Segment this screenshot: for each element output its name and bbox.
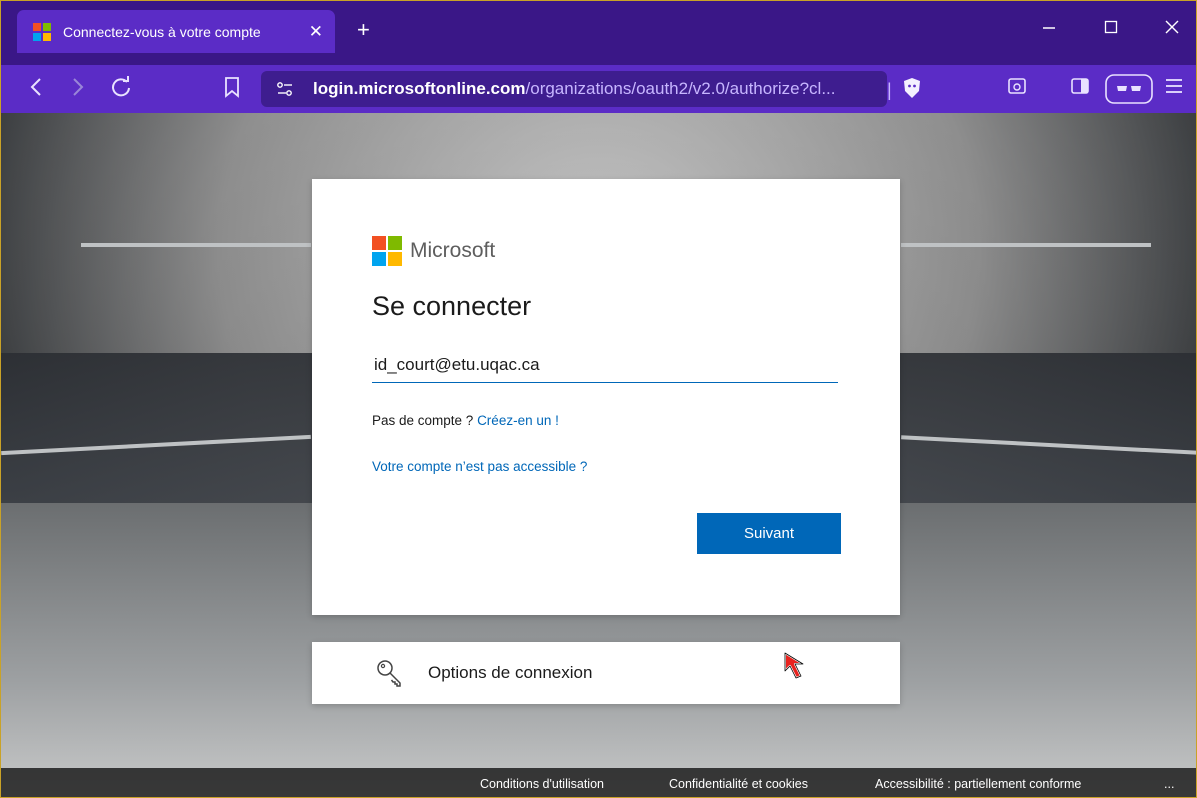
background-railing [901,243,1151,247]
page-footer: Conditions d'utilisation Confidentialité… [1,768,1196,797]
cant-access-account-link[interactable]: Votre compte n’est pas accessible ? [372,459,587,474]
tab-search-icon[interactable] [1006,75,1028,103]
reader-mode-icon[interactable] [1105,74,1153,110]
signin-options-label: Options de connexion [428,663,593,682]
browser-window: Connectez-vous à votre compte ✕ + login.… [0,0,1197,798]
site-settings-icon[interactable] [275,79,295,104]
tab-close-icon[interactable]: ✕ [309,22,323,42]
menu-icon[interactable] [1163,75,1185,103]
signin-card: Microsoft Se connecter Pas de compte ? C… [312,179,900,615]
tab-title: Connectez-vous à votre compte [63,23,261,40]
url-text: login.microsoftonline.com/organizations/… [313,79,836,98]
forward-icon[interactable] [71,75,85,105]
minimize-icon[interactable] [1041,19,1057,38]
next-button[interactable]: Suivant [697,513,841,554]
close-icon[interactable] [1164,19,1180,38]
background-railing [81,243,311,247]
terms-link[interactable]: Conditions d'utilisation [480,777,604,791]
active-tab[interactable]: Connectez-vous à votre compte ✕ [17,10,335,53]
privacy-link[interactable]: Confidentialité et cookies [669,777,808,791]
page-title: Se connecter [372,291,532,321]
reload-icon[interactable] [109,75,133,105]
new-tab-icon[interactable]: + [357,17,370,43]
microsoft-logo-icon [372,236,402,266]
microsoft-favicon-icon [33,22,51,41]
brave-shield-icon[interactable] [901,76,923,106]
no-account-text: Pas de compte ? Créez-en un ! [372,413,559,428]
sidebar-icon[interactable] [1069,75,1091,103]
login-page: Microsoft Se connecter Pas de compte ? C… [1,113,1196,797]
email-field[interactable] [372,347,838,383]
back-icon[interactable] [29,75,43,105]
url-separator: | [887,80,892,100]
key-icon [374,657,406,689]
more-options-link[interactable]: ... [1164,777,1174,791]
title-bar: Connectez-vous à votre compte ✕ + [1,1,1196,65]
create-account-link[interactable]: Créez-en un ! [477,413,559,428]
bookmark-icon[interactable] [223,75,241,105]
accessibility-link[interactable]: Accessibilité : partiellement conforme [875,777,1081,791]
microsoft-logo: Microsoft [372,236,495,266]
maximize-icon[interactable] [1103,19,1119,38]
address-bar[interactable]: login.microsoftonline.com/organizations/… [261,71,892,107]
mouse-cursor-icon [783,651,813,688]
brand-name: Microsoft [410,239,496,262]
browser-toolbar: login.microsoftonline.com/organizations/… [1,65,1196,113]
